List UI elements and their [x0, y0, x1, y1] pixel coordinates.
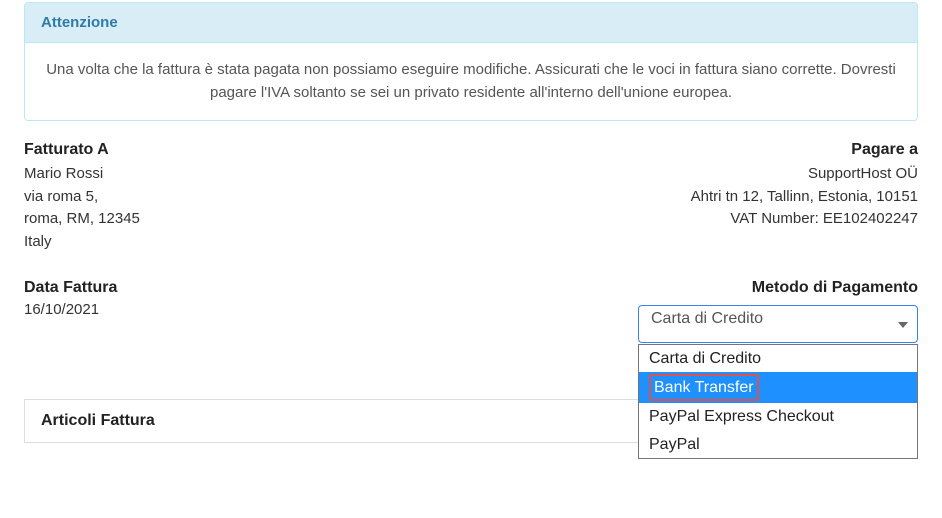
option-paypal-express[interactable]: PayPal Express Checkout: [639, 403, 917, 430]
option-bank-transfer-label: Bank Transfer: [649, 374, 759, 401]
bill-to-street: via roma 5,: [24, 186, 140, 209]
pay-to-block: Pagare a SupportHost OÜ Ahtri tn 12, Tal…: [691, 141, 918, 253]
alert-body: Una volta che la fattura è stata pagata …: [25, 43, 917, 120]
bill-to-title: Fatturato A: [24, 141, 140, 159]
bill-to-country: Italy: [24, 231, 140, 254]
option-paypal[interactable]: PayPal: [639, 431, 917, 458]
option-bank-transfer[interactable]: Bank Transfer: [639, 372, 917, 403]
payment-method-block: Metodo di Pagamento Carta di Credito Car…: [638, 279, 918, 343]
payment-method-select[interactable]: Carta di Credito: [638, 305, 918, 343]
bill-to-block: Fatturato A Mario Rossi via roma 5, roma…: [24, 141, 140, 253]
invoice-date-value: 16/10/2021: [24, 299, 117, 322]
pay-to-address: Ahtri tn 12, Tallinn, Estonia, 10151: [691, 186, 918, 209]
alert-box: Attenzione Una volta che la fattura è st…: [24, 2, 918, 121]
payment-method-title: Metodo di Pagamento: [638, 279, 918, 297]
bill-to-name: Mario Rossi: [24, 163, 140, 186]
payment-method-selected: Carta di Credito: [651, 310, 763, 327]
invoice-date-title: Data Fattura: [24, 279, 117, 297]
pay-to-company: SupportHost OÜ: [691, 163, 918, 186]
pay-to-vat: VAT Number: EE102402247: [691, 208, 918, 231]
option-carta-di-credito[interactable]: Carta di Credito: [639, 345, 917, 372]
payment-method-dropdown: Carta di Credito Bank Transfer PayPal Ex…: [638, 344, 918, 459]
invoice-date-block: Data Fattura 16/10/2021: [24, 279, 117, 322]
alert-title: Attenzione: [25, 3, 917, 43]
pay-to-title: Pagare a: [691, 141, 918, 159]
bill-to-cityline: roma, RM, 12345: [24, 208, 140, 231]
